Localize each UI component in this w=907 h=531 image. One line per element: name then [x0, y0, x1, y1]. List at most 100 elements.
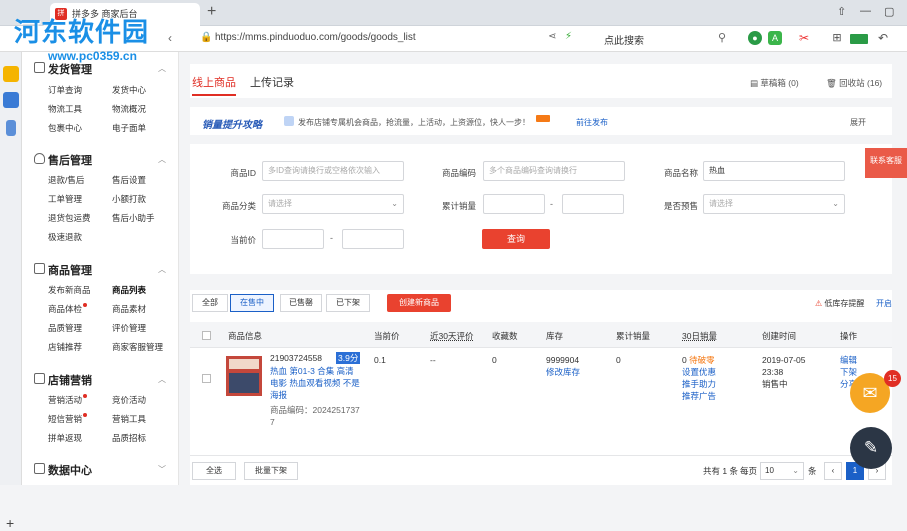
promoter-help-link[interactable]: 推手助力	[682, 378, 716, 390]
status-tab-sold-out[interactable]: 已售罄	[280, 294, 322, 312]
product-thumbnail[interactable]	[226, 356, 262, 396]
col-actions: 操作	[840, 331, 858, 341]
sidebar-item-work-orders[interactable]: 工单管理	[48, 193, 82, 205]
feedback-edit-icon[interactable]: ✎	[850, 427, 892, 469]
sidebar-item-campaigns[interactable]: 营销活动	[48, 394, 88, 406]
sidebar-item-aftersales-assistant[interactable]: 售后小助手	[112, 212, 155, 224]
sidebar-item-new-product[interactable]: 发布新商品	[48, 284, 91, 296]
sidebar-item-small-payments[interactable]: 小额打款	[112, 193, 146, 205]
document-icon[interactable]	[6, 120, 16, 136]
share-icon[interactable]: ⋖	[548, 31, 556, 42]
create-product-button[interactable]: 创建新商品	[387, 294, 451, 312]
url-field[interactable]: https://mms.pinduoduo.com/goods/goods_li…	[215, 32, 416, 43]
tab-upload-records[interactable]: 上传记录	[250, 74, 294, 90]
sidebar-item-fast-refund[interactable]: 极速退款	[48, 231, 82, 243]
sidebar-item-order-query[interactable]: 订单查询	[48, 84, 82, 96]
chevron-down-icon[interactable]: ﹀	[158, 464, 166, 475]
product-code-input[interactable]: 多个商品编码查询请换行	[483, 161, 625, 181]
filter-price-label: 当前价	[230, 235, 256, 245]
add-icon[interactable]: +	[6, 515, 14, 531]
sidebar-item-package-center[interactable]: 包裹中心	[48, 122, 82, 134]
col-stock[interactable]: 库存	[546, 330, 563, 342]
translate-icon[interactable]: A	[768, 31, 782, 45]
sidebar-item-logistics-overview[interactable]: 物流概况	[112, 103, 146, 115]
sidebar-item-e-waybill[interactable]: 电子面单	[112, 122, 146, 134]
presale-select[interactable]: 请选择 ⌄	[703, 194, 845, 214]
sales-min-input[interactable]	[483, 194, 545, 214]
sidebar-item-shop-recommend[interactable]: 店铺推荐	[48, 341, 82, 353]
edit-stock-link[interactable]: 修改库存	[546, 366, 580, 378]
chevron-up-icon[interactable]: ︿	[158, 264, 166, 275]
list-icon[interactable]	[3, 92, 19, 108]
chevron-up-icon[interactable]: ︿	[158, 154, 166, 165]
chevron-up-icon[interactable]: ︿	[158, 374, 166, 385]
product-title[interactable]: 热血 第01-3 合集 高清电影 热血观看视频 不是海报	[270, 365, 362, 401]
sidebar-item-bidding[interactable]: 竞价活动	[112, 394, 146, 406]
prev-page-button[interactable]: ‹	[824, 462, 842, 480]
sidebar-item-logistics-tools[interactable]: 物流工具	[48, 103, 82, 115]
extension-icon[interactable]: ●	[748, 31, 762, 45]
take-down-link[interactable]: 下架	[840, 366, 857, 378]
sidebar-item-product-check[interactable]: 商品体检	[48, 303, 88, 315]
section-title-products: 商品管理	[48, 265, 92, 277]
search-icon[interactable]: ⚲	[718, 31, 726, 44]
sidebar-item-quality-bidding[interactable]: 品质招标	[112, 432, 146, 444]
drafts-link[interactable]: ▤ 草稿箱 (0)	[750, 77, 799, 89]
status-tab-offline[interactable]: 已下架	[326, 294, 370, 312]
select-all-checkbox[interactable]	[202, 331, 211, 340]
low-stock-toggle[interactable]: 开启	[876, 298, 892, 309]
col-price[interactable]: 当前价	[374, 330, 400, 342]
sidebar-item-shipping-center[interactable]: 发货中心	[112, 84, 146, 96]
edit-link[interactable]: 编辑	[840, 354, 857, 366]
sidebar-item-cashback[interactable]: 拼单返现	[48, 432, 82, 444]
sidebar-item-sms[interactable]: 短信营销	[48, 413, 88, 425]
sidebar-item-reviews[interactable]: 评价管理	[112, 322, 146, 334]
select-all-button[interactable]: 全选	[192, 462, 236, 480]
expand-link[interactable]: 展开	[850, 117, 866, 128]
browser-search-input[interactable]: 点此搜索	[604, 32, 644, 47]
status-tab-all[interactable]: 全部	[192, 294, 228, 312]
sidebar-item-quality[interactable]: 品质管理	[48, 322, 82, 334]
new-tab-button[interactable]: +	[207, 3, 216, 21]
col-favorites[interactable]: 收藏数	[492, 330, 518, 342]
star-icon[interactable]	[3, 66, 19, 82]
product-name-input[interactable]: 热血	[703, 161, 845, 181]
sidebar-item-product-materials[interactable]: 商品素材	[112, 303, 146, 315]
undo-icon[interactable]: ↶	[876, 31, 890, 45]
pin-icon[interactable]: ⇧	[837, 5, 846, 18]
promo-ad-link[interactable]: 推荐广告	[682, 390, 716, 402]
category-select[interactable]: 请选择 ⌄	[262, 194, 404, 214]
scissors-icon[interactable]: ✂	[797, 31, 811, 45]
col-total-sales[interactable]: 累计销量	[616, 330, 650, 342]
sidebar-item-refunds[interactable]: 退款/售后	[48, 174, 84, 186]
filter-code-label: 商品编码	[441, 168, 476, 178]
sidebar-item-cs-management[interactable]: 商家客服管理	[112, 341, 163, 353]
recycle-bin-link[interactable]: 🗑 回收站 (16)	[826, 77, 882, 89]
sales-max-input[interactable]	[562, 194, 624, 214]
bulk-offline-button[interactable]: 批量下架	[244, 462, 298, 480]
search-button[interactable]: 查询	[482, 229, 550, 249]
per-page-select[interactable]: 10 ⌄	[760, 462, 804, 480]
chevron-up-icon[interactable]: ︿	[158, 63, 166, 74]
col-created[interactable]: 创建时间	[762, 330, 796, 342]
col-reviews[interactable]: 近30天评价	[430, 330, 473, 342]
sidebar-item-return-shipping[interactable]: 退货包运费	[48, 212, 91, 224]
sidebar-item-aftersales-settings[interactable]: 售后设置	[112, 174, 146, 186]
set-discount-link[interactable]: 设置优惠	[682, 366, 716, 378]
row-checkbox[interactable]	[202, 374, 211, 383]
speed-icon[interactable]: ⚡	[565, 31, 572, 42]
tab-online-products[interactable]: 线上商品	[192, 74, 236, 90]
maximize-button[interactable]: ▢	[884, 5, 894, 18]
promo-link[interactable]: 前往发布	[576, 117, 608, 128]
price-max-input[interactable]	[342, 229, 404, 249]
price-min-input[interactable]	[262, 229, 324, 249]
product-id-input[interactable]: 多ID查询请换行或空格依次输入	[262, 161, 404, 181]
back-icon[interactable]: ‹	[168, 31, 172, 45]
contact-service-button[interactable]: 联系客服	[865, 148, 907, 178]
col-sales-30d[interactable]: 30日销量	[682, 330, 717, 342]
sidebar-item-marketing-tools[interactable]: 营销工具	[112, 413, 146, 425]
minimize-button[interactable]: —	[860, 5, 871, 17]
grid-icon[interactable]: ⊞	[830, 31, 844, 45]
sidebar-item-product-list[interactable]: 商品列表	[112, 284, 146, 296]
status-tab-on-sale[interactable]: 在售中	[230, 294, 274, 312]
